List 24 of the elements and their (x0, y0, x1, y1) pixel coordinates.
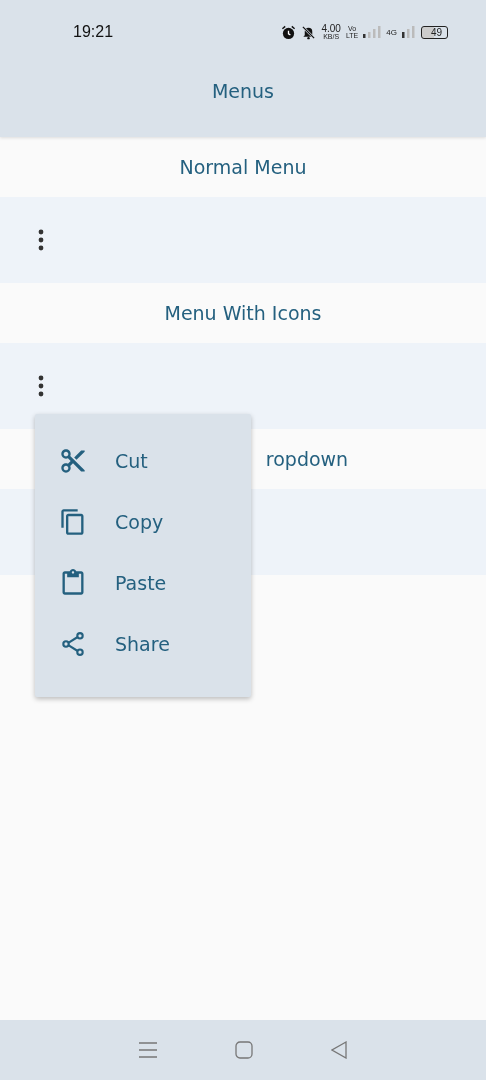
copy-icon (59, 507, 87, 536)
alarm-icon (281, 24, 297, 40)
back-icon[interactable] (331, 1041, 347, 1059)
section-title: Normal Menu (179, 156, 307, 178)
share-icon (59, 629, 87, 658)
muted-bell-icon (301, 24, 317, 40)
menu-item[interactable]: Paste (35, 552, 251, 613)
signal-icon (363, 26, 382, 38)
network-type: 4G (386, 27, 397, 37)
more-options-icon[interactable] (37, 228, 45, 252)
status-time: 19:21 (73, 23, 114, 41)
menu-item[interactable]: Share (35, 613, 251, 674)
app-bar-title: Menus (211, 79, 275, 102)
network-speed: 4.00 (321, 24, 341, 33)
section-title: Menu With Icons (164, 302, 322, 324)
section-title: ropdown (265, 448, 349, 470)
battery-level: 49 (420, 25, 448, 39)
menu-item[interactable]: Cut (35, 430, 251, 491)
signal-icon (401, 26, 416, 38)
menu-item[interactable]: Copy (35, 491, 251, 552)
menu-icon[interactable] (139, 1042, 157, 1058)
home-icon[interactable] (235, 1041, 253, 1059)
more-options-icon[interactable] (37, 374, 45, 398)
scissors-icon (59, 446, 87, 475)
